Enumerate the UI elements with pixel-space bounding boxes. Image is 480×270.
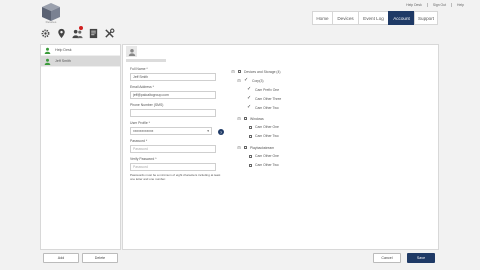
permission-item[interactable]: Cam Other One	[249, 125, 279, 129]
full-name-field[interactable]	[130, 73, 216, 81]
checkbox[interactable]	[244, 146, 247, 149]
checkbox[interactable]	[249, 154, 252, 158]
check-icon[interactable]: ✓	[247, 87, 252, 92]
permission-item[interactable]: ✓ Cam Prefix One	[247, 87, 279, 92]
checkbox[interactable]	[238, 70, 241, 73]
locations-button[interactable]	[54, 27, 68, 40]
gear-icon	[41, 29, 49, 38]
role-label: User Profile *	[130, 121, 150, 125]
collapse-icon[interactable]: ⊟	[237, 145, 241, 150]
checkbox[interactable]	[249, 134, 252, 138]
tools-icon	[104, 28, 114, 38]
top-link-signout[interactable]: Sign Out	[433, 3, 446, 7]
account-toolbar	[38, 26, 116, 40]
password-label: Password *	[130, 139, 148, 143]
permission-item[interactable]: ✓ Cam Other Three	[247, 96, 281, 101]
permission-item[interactable]: ✓ Cam Other Two	[247, 105, 279, 110]
tab-account[interactable]: Account	[388, 11, 414, 25]
tools-button[interactable]	[102, 27, 116, 40]
user-avatar-icon	[44, 58, 51, 65]
email-label: Email Address *	[130, 85, 154, 89]
logo-text: Devices	[45, 20, 57, 24]
permission-group[interactable]: ⊟ ✓ Corp(3)	[237, 78, 263, 84]
password-hint: Passwords must be a minimum of eight cha…	[130, 173, 221, 181]
permission-item[interactable]: Cam Other One	[249, 154, 279, 158]
permission-item[interactable]: Cam Other Two	[249, 134, 279, 138]
permission-group[interactable]: ⊟ Playbackstream	[237, 145, 274, 150]
collapse-icon[interactable]: ⊟	[237, 116, 241, 121]
tab-support[interactable]: Support	[414, 11, 438, 25]
check-icon[interactable]: ✓	[247, 105, 252, 110]
top-link-help[interactable]: Help	[457, 3, 464, 7]
tab-event-log[interactable]: Event Log	[358, 11, 388, 25]
tab-home[interactable]: Home	[312, 11, 332, 25]
user-avatar	[126, 46, 137, 57]
add-user-button[interactable]: Add	[43, 253, 79, 263]
user-photo-icon	[128, 48, 135, 56]
divider	[451, 3, 453, 7]
confirm-password-field[interactable]	[130, 163, 216, 171]
help-icon[interactable]: ?	[218, 129, 224, 135]
user-detail-panel: Full Name * Email Address * Phone Number…	[122, 44, 439, 250]
checkbox[interactable]	[249, 125, 252, 129]
location-pin-icon	[57, 28, 65, 39]
phone-field[interactable]	[130, 109, 216, 117]
users-button[interactable]	[70, 26, 84, 40]
password-field[interactable]	[130, 145, 216, 153]
permission-group[interactable]: ⊟ Windows	[237, 116, 263, 121]
main-nav: Home Devices Event Log Account Support	[312, 11, 438, 25]
tab-devices[interactable]: Devices	[332, 11, 358, 25]
checkbox[interactable]	[249, 163, 252, 167]
notification-badge	[79, 26, 83, 30]
reports-button[interactable]	[86, 27, 100, 40]
list-item[interactable]: Help Desk	[41, 45, 120, 56]
check-icon[interactable]: ✓	[244, 78, 249, 83]
email-field[interactable]	[130, 91, 216, 99]
divider	[426, 3, 428, 7]
user-list: Help Desk Jeff Smith	[40, 44, 121, 250]
checkbox[interactable]	[244, 117, 247, 120]
chevron-down-icon: ▾	[207, 129, 209, 133]
role-select[interactable]: xxxxxxxxxxxx ▾	[130, 127, 212, 135]
section-header-bar	[126, 59, 166, 62]
list-item[interactable]: Jeff Smith	[41, 56, 120, 67]
save-button[interactable]: Save	[407, 253, 435, 263]
top-links: Help Desk Sign Out Help	[406, 2, 464, 8]
top-link-user[interactable]: Help Desk	[406, 3, 422, 7]
user-name: Help Desk	[55, 48, 72, 52]
permission-root[interactable]: ⊟ Devices and Storage (4)	[231, 69, 280, 74]
cancel-button[interactable]: Cancel	[373, 253, 401, 263]
collapse-icon[interactable]: ⊟	[237, 78, 241, 83]
user-avatar-icon	[44, 47, 51, 54]
phone-label: Phone Number (SMS)	[130, 103, 164, 107]
user-name: Jeff Smith	[55, 59, 71, 63]
delete-user-button[interactable]: Delete	[82, 253, 118, 263]
full-name-label: Full Name *	[130, 67, 148, 71]
check-icon[interactable]: ✓	[247, 96, 252, 101]
confirm-password-label: Verify Password *	[130, 157, 157, 161]
collapse-icon[interactable]: ⊟	[231, 69, 235, 74]
settings-button[interactable]	[38, 27, 52, 40]
permission-item[interactable]: Cam Other Two	[249, 163, 279, 167]
role-value: xxxxxxxxxxxx	[133, 129, 154, 133]
document-icon	[89, 28, 97, 39]
